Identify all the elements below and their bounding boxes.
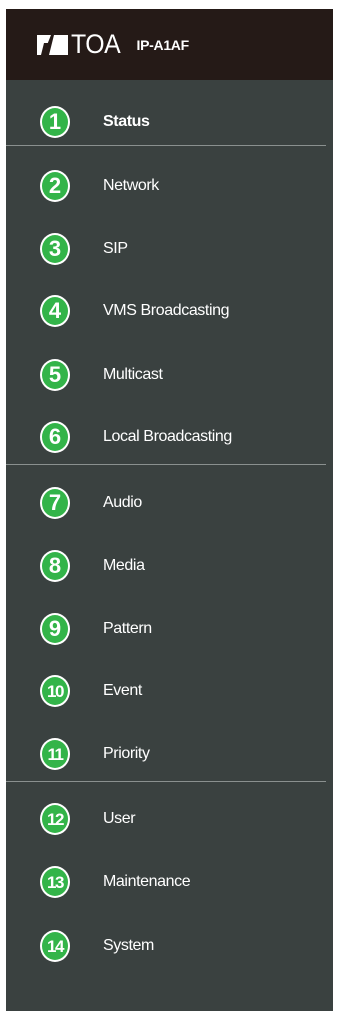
sidebar-item-label: User (103, 810, 136, 827)
number-badge: 9 (40, 613, 70, 645)
sidebar-item-status[interactable]: 1 Status (6, 102, 333, 142)
sidebar-item-audio[interactable]: 7 Audio (6, 483, 333, 523)
number-badge: 11 (40, 738, 70, 770)
sidebar-item-label: Pattern (103, 620, 152, 637)
sidebar-item-event[interactable]: 10 Event (6, 671, 333, 711)
sidebar-item-pattern[interactable]: 9 Pattern (6, 609, 333, 649)
model-name: IP-A1AF (136, 36, 190, 53)
number-badge: 7 (40, 487, 70, 519)
number-badge: 3 (40, 233, 70, 265)
brand-name: TOA (71, 29, 121, 59)
sidebar-item-label: Audio (103, 494, 142, 511)
sidebar-item-system[interactable]: 14 System (6, 926, 333, 966)
sidebar-item-label: Status (103, 113, 150, 130)
sidebar-item-vms-broadcasting[interactable]: 4 VMS Broadcasting (6, 291, 333, 331)
sidebar-item-label: SIP (103, 240, 128, 257)
divider (6, 464, 326, 465)
sidebar: TOA IP-A1AF 1 Status 2 Network 3 SIP 4 V… (6, 9, 333, 1011)
number-badge: 10 (40, 675, 70, 707)
sidebar-item-label: Multicast (103, 366, 163, 383)
sidebar-item-label: Media (103, 557, 145, 574)
sidebar-item-label: Local Broadcasting (103, 428, 232, 445)
sidebar-item-label: Event (103, 682, 142, 699)
sidebar-item-label: VMS Broadcasting (103, 302, 230, 319)
sidebar-item-priority[interactable]: 11 Priority (6, 734, 333, 774)
sidebar-item-multicast[interactable]: 5 Multicast (6, 355, 333, 395)
divider (6, 145, 326, 146)
number-badge: 6 (40, 421, 70, 453)
sidebar-item-maintenance[interactable]: 13 Maintenance (6, 862, 333, 902)
sidebar-item-local-broadcasting[interactable]: 6 Local Broadcasting (6, 417, 333, 457)
header: TOA IP-A1AF (6, 9, 333, 80)
number-badge: 1 (40, 106, 70, 138)
divider (6, 781, 326, 782)
sidebar-item-user[interactable]: 12 User (6, 799, 333, 839)
number-badge: 2 (40, 170, 70, 202)
number-badge: 13 (40, 866, 70, 898)
number-badge: 12 (40, 803, 70, 835)
number-badge: 4 (40, 295, 70, 327)
number-badge: 14 (40, 930, 70, 962)
sidebar-item-network[interactable]: 2 Network (6, 166, 333, 206)
toa-logo-icon (37, 34, 68, 55)
sidebar-item-label: System (103, 937, 154, 954)
number-badge: 8 (40, 550, 70, 582)
sidebar-item-label: Network (103, 177, 159, 194)
sidebar-item-label: Maintenance (103, 873, 191, 890)
sidebar-item-sip[interactable]: 3 SIP (6, 229, 333, 269)
sidebar-item-label: Priority (103, 745, 150, 762)
number-badge: 5 (40, 359, 70, 391)
sidebar-item-media[interactable]: 8 Media (6, 546, 333, 586)
